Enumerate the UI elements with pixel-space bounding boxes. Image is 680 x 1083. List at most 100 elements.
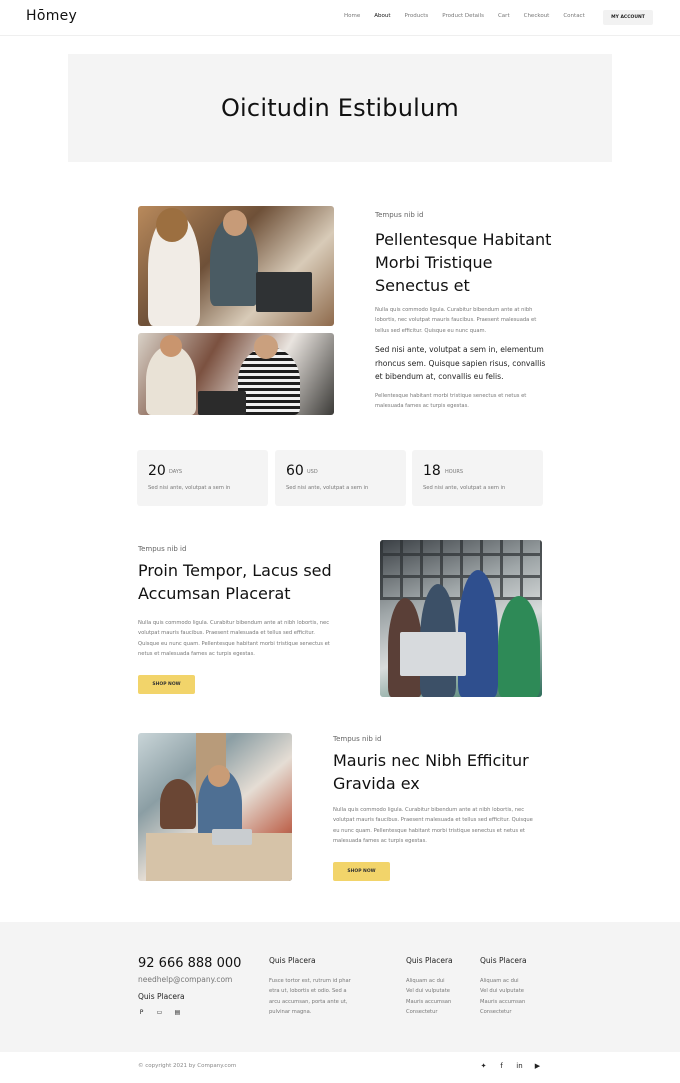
stat-unit: DAYS: [169, 469, 183, 475]
youtube-icon[interactable]: ▶: [533, 1062, 542, 1071]
footer-link[interactable]: Consectetur: [480, 1007, 525, 1017]
para-line: volutpat mauris faucibus. Praesent males…: [138, 630, 315, 637]
footer-link[interactable]: Consectetur: [406, 1007, 451, 1017]
stat-unit: USD: [307, 469, 318, 475]
section3-paragraph: Nulla quis commodo ligula. Curabitur bib…: [333, 805, 533, 847]
para-line: netus et malesuada fames ac turpis egest…: [138, 651, 255, 658]
team-laptop-photo: [138, 206, 334, 326]
nav-home[interactable]: Home: [344, 13, 360, 19]
site-header: Hōmey Home About Products Product Detail…: [0, 0, 680, 36]
footer-subtitle: Quis Placera: [138, 992, 185, 1001]
stat-value: 20: [148, 463, 166, 479]
my-account-button[interactable]: MY ACCOUNT: [603, 10, 653, 25]
nav-product-details[interactable]: Product Details: [442, 13, 484, 19]
footer-col2-title: Quis Placera: [406, 956, 453, 965]
man-head: [160, 335, 182, 357]
woman-hair: [156, 208, 188, 242]
footer-col3-title: Quis Placera: [480, 956, 527, 965]
section3-heading: Mauris nec Nibh Efficitur Gravida ex: [333, 749, 529, 795]
section1-paragraph-2: Pellentesque habitant morbi tristique se…: [375, 391, 526, 412]
para-line: eu nunc quam. Pellentesque habitant morb…: [333, 827, 525, 834]
footer-link[interactable]: Vel dui vulputate: [480, 986, 525, 996]
footer-col1-text: Fusce tortor est, rutrum id phar etra ut…: [269, 976, 351, 1018]
stat-card-hours: 18 HOURS Sed nisi ante, volutpat a sem i…: [412, 450, 543, 506]
page-title: Oicitudin Estibulum: [220, 94, 460, 122]
window-frame: [380, 540, 542, 600]
heading-line: Mauris nec Nibh Efficitur: [333, 751, 529, 770]
credit-card-icon: ▭: [156, 1009, 163, 1016]
para-line: malesuada fames ac turpis egestas.: [333, 838, 427, 845]
para-line: Quisque eu nunc quam. Pellentesque habit…: [138, 640, 330, 647]
footer-link[interactable]: Aliquam ac dui: [480, 976, 525, 986]
hero-banner: Oicitudin Estibulum: [68, 54, 612, 162]
footer-phone[interactable]: 92 666 888 000: [138, 956, 241, 971]
section1-heading: Pellentesque Habitant Morbi Tristique Se…: [375, 228, 551, 297]
heading-line: Senectus et: [375, 276, 470, 295]
paypal-icon: P: [139, 1009, 144, 1016]
footer-link[interactable]: Mauris accumsan: [480, 997, 525, 1007]
para-line: tellus sed efficitur. Quisque eu nunc qu…: [375, 327, 487, 334]
para-line: Nulla quis commodo ligula. Curabitur bib…: [333, 807, 525, 813]
highlight-line: et bibendum at, convallis eu felis.: [375, 372, 504, 381]
laptop: [256, 272, 312, 312]
facebook-icon[interactable]: f: [497, 1062, 506, 1071]
stat-description: Sed nisi ante, volutpat a sem in: [148, 485, 231, 491]
highlight-line: rhoncus sem. Quisque sapien risus, conva…: [375, 358, 546, 368]
man-head: [208, 765, 230, 787]
nav-contact[interactable]: Contact: [563, 13, 584, 19]
stat-unit: HOURS: [445, 469, 464, 475]
footer-bottom-bar: © copyright 2021 by Company.com ✦ f in ▶: [0, 1052, 680, 1083]
section1-eyebrow: Tempus nib id: [375, 211, 424, 219]
heading-line: Accumsan Placerat: [138, 584, 291, 603]
footer-text-line: Fusce tortor est, rutrum id phar: [269, 978, 351, 984]
nav-about[interactable]: About: [374, 13, 390, 19]
linkedin-icon[interactable]: in: [515, 1062, 524, 1071]
payment-icons: P ▭ ▤: [138, 1009, 181, 1016]
para-line: Pellentesque habitant morbi tristique se…: [375, 393, 527, 399]
person-figure: [498, 596, 540, 697]
section2-heading: Proin Tempor, Lacus sed Accumsan Placera…: [138, 559, 332, 605]
para-line: malesuada fames ac turpis egestas.: [375, 403, 469, 410]
footer-text-line: pulvinar magna.: [269, 1009, 312, 1016]
stat-card-days: 20 DAYS Sed nisi ante, volutpat a sem in: [137, 450, 268, 506]
meeting-photo: [138, 333, 334, 415]
highlight-line: Sed nisi ante, volutpat a sem in, elemen…: [375, 345, 544, 354]
shop-now-button[interactable]: SHOP NOW: [333, 862, 390, 881]
nav-products[interactable]: Products: [405, 13, 429, 19]
footer-email[interactable]: needhelp@company.com: [138, 975, 232, 984]
man-head: [223, 210, 247, 236]
footer-link[interactable]: Aliquam ac dui: [406, 976, 451, 986]
nav-checkout[interactable]: Checkout: [524, 13, 550, 19]
main-nav: Home About Products Product Details Cart…: [344, 13, 599, 19]
stat-value: 18: [423, 463, 441, 479]
heading-line: Morbi Tristique: [375, 253, 493, 272]
stat-description: Sed nisi ante, volutpat a sem in: [423, 485, 506, 491]
footer-col3-links: Aliquam ac dui Vel dui vulputate Mauris …: [480, 976, 525, 1018]
bank-icon: ▤: [174, 1009, 181, 1016]
stat-description: Sed nisi ante, volutpat a sem in: [286, 485, 369, 491]
para-line: Nulla quis commodo ligula. Curabitur bib…: [138, 620, 330, 626]
twitter-icon[interactable]: ✦: [479, 1062, 488, 1071]
shop-now-button[interactable]: SHOP NOW: [138, 675, 195, 694]
logo[interactable]: Hōmey: [26, 8, 77, 24]
para-line: volutpat mauris faucibus. Praesent males…: [333, 817, 533, 824]
footer-link[interactable]: Vel dui vulputate: [406, 986, 451, 996]
heading-line: Gravida ex: [333, 774, 420, 793]
copyright-text: © copyright 2021 by Company.com: [138, 1063, 237, 1069]
footer-link[interactable]: Mauris accumsan: [406, 997, 451, 1007]
stat-value: 60: [286, 463, 304, 479]
section2-eyebrow: Tempus nib id: [138, 545, 187, 553]
heading-line: Pellentesque Habitant: [375, 230, 552, 249]
site-footer: 92 666 888 000 needhelp@company.com Quis…: [0, 922, 680, 1052]
office-work-photo: [138, 733, 292, 881]
footer-col1-title: Quis Placera: [269, 956, 316, 965]
stat-card-usd: 60 USD Sed nisi ante, volutpat a sem in: [275, 450, 406, 506]
laptop: [212, 829, 252, 845]
laptop: [400, 632, 466, 676]
social-links: ✦ f in ▶: [479, 1062, 542, 1071]
nav-cart[interactable]: Cart: [498, 13, 510, 19]
person-figure: [160, 779, 196, 829]
laptop: [198, 391, 246, 415]
section1-paragraph: Nulla quis commodo ligula. Curabitur bib…: [375, 305, 536, 336]
footer-text-line: etra ut, lobortis et odio. Sed a: [269, 988, 347, 995]
